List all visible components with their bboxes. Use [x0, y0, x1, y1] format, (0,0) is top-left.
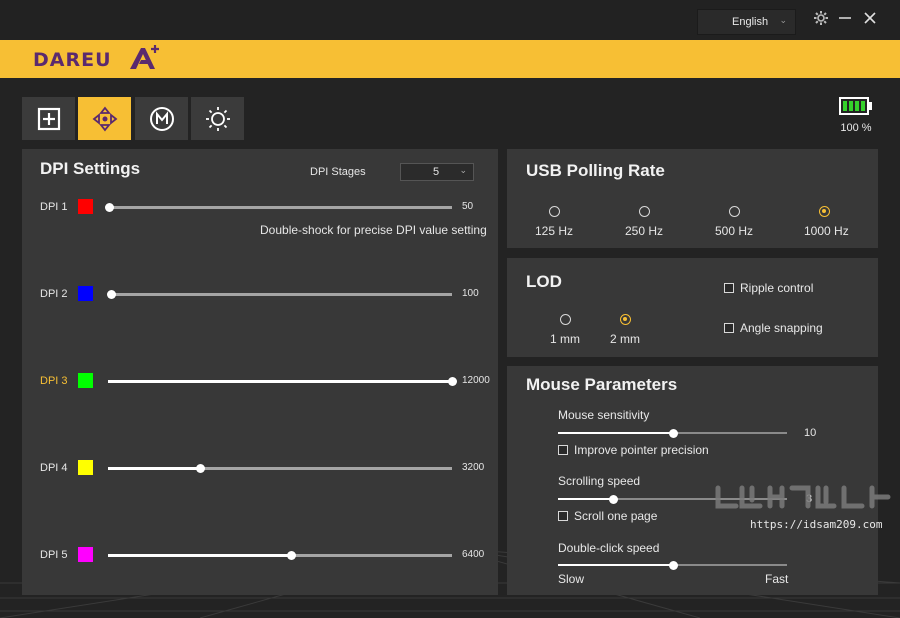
- brand-banner: DAREU: [0, 40, 900, 78]
- dpi-value: 3200: [462, 462, 485, 473]
- dpi-slider-handle[interactable]: [105, 203, 115, 212]
- dpi-value: 12000: [462, 375, 490, 386]
- scrolling-speed-handle[interactable]: [608, 495, 618, 504]
- angle-snapping-checkbox[interactable]: [724, 323, 734, 333]
- mouse-parameters-title: Mouse Parameters: [526, 375, 678, 394]
- usb-polling-option-label: 1000 Hz: [804, 224, 849, 238]
- minimize-button[interactable]: [834, 8, 856, 28]
- pointer-precision-label: Improve pointer precision: [574, 443, 709, 457]
- dpi-stage-label: DPI 4: [40, 462, 68, 474]
- dpi-hint: Double-shock for precise DPI value setti…: [260, 223, 487, 237]
- title-bar: English ⌄: [0, 0, 900, 40]
- ripple-control-checkbox[interactable]: [724, 283, 734, 293]
- dpi-settings-title: DPI Settings: [40, 159, 141, 178]
- usb-polling-option-label: 125 Hz: [534, 224, 574, 238]
- chevron-down-icon: ⌄: [459, 165, 467, 175]
- usb-polling-radio[interactable]: [639, 206, 650, 217]
- macro-m-icon: [149, 106, 174, 131]
- scrolling-speed-fill: [558, 498, 613, 500]
- dpi-slider[interactable]: [106, 290, 452, 299]
- dpi-slider[interactable]: [105, 203, 452, 212]
- angle-snapping-label: Angle snapping: [740, 321, 823, 335]
- sun-light-icon: [205, 106, 230, 131]
- brand-logo-mark: [130, 45, 159, 69]
- dpi-slider-handle[interactable]: [106, 290, 116, 299]
- usb-polling-radio[interactable]: [819, 206, 830, 217]
- usb-polling-radio[interactable]: [549, 206, 560, 217]
- scroll-one-page-checkbox[interactable]: [558, 511, 568, 521]
- mouse-sensitivity-fill: [558, 432, 673, 434]
- tab-light[interactable]: [191, 97, 244, 140]
- dpi-color-swatch[interactable]: [78, 199, 93, 214]
- watermark-logo: https://idsam209.com: [715, 485, 891, 531]
- battery-percent: 100 %: [840, 122, 872, 134]
- brand-logo: DAREU: [33, 49, 112, 71]
- dpi-stages-value: 5: [433, 166, 440, 178]
- tab-add[interactable]: [22, 97, 75, 140]
- move-arrows-icon: [92, 106, 117, 131]
- usb-polling-radio[interactable]: [729, 206, 740, 217]
- language-value: English: [732, 16, 769, 28]
- dpi-slider-handle[interactable]: [448, 377, 457, 386]
- dpi-stage-label: DPI 1: [40, 201, 68, 213]
- lod-panel: LOD 1 mm 2 mm Ripple control Angle snappi…: [507, 258, 878, 357]
- mouse-sensitivity-value: 10: [804, 427, 817, 439]
- watermark: https://idsam209.com: [712, 482, 897, 538]
- dpi-slider[interactable]: [108, 464, 452, 473]
- dpi-slider-handle[interactable]: [287, 551, 297, 560]
- lod-radio[interactable]: [620, 314, 631, 325]
- dpi-stages-label: DPI Stages: [310, 166, 366, 178]
- dpi-color-swatch[interactable]: [78, 460, 93, 475]
- dpi-stage-label: DPI 5: [40, 549, 68, 561]
- dpi-slider-handle[interactable]: [195, 464, 205, 473]
- double-click-speed-handle[interactable]: [668, 561, 678, 570]
- dpi-value: 50: [462, 201, 474, 212]
- dpi-color-swatch[interactable]: [78, 286, 93, 301]
- dpi-value: 6400: [462, 549, 485, 560]
- dpi-stage-label: DPI 3: [40, 375, 68, 387]
- dpi-stage-label: DPI 2: [40, 288, 68, 300]
- dpi-slider[interactable]: [108, 377, 457, 386]
- tab-macro[interactable]: [135, 97, 188, 140]
- dpi-slider[interactable]: [108, 551, 452, 560]
- battery-indicator: 100 %: [836, 97, 876, 134]
- double-click-speed-label: Double-click speed: [558, 541, 660, 555]
- tab-move[interactable]: [78, 97, 131, 140]
- dpi-slider-fill: [108, 554, 292, 557]
- mouse-sensitivity-label: Mouse sensitivity: [558, 408, 650, 422]
- dpi-slider-fill: [108, 380, 452, 383]
- lod-option-label: 1 mm: [550, 332, 580, 346]
- double-click-speed-fill: [558, 564, 673, 566]
- mouse-parameters-panel: Mouse Parameters Mouse sensitivity 10 Im…: [507, 366, 878, 595]
- language-select[interactable]: English ⌄: [697, 9, 796, 35]
- usb-polling-option-label: 250 Hz: [624, 224, 664, 238]
- dpi-color-swatch[interactable]: [78, 373, 93, 388]
- scrolling-speed-label: Scrolling speed: [558, 474, 641, 488]
- battery-icon: [839, 97, 872, 115]
- watermark-url: https://idsam209.com: [750, 518, 883, 531]
- usb-polling-option-label: 500 Hz: [714, 224, 754, 238]
- dpi-color-swatch[interactable]: [78, 547, 93, 562]
- dpi-value: 100: [462, 288, 479, 299]
- double-click-speed-slider[interactable]: [558, 561, 787, 570]
- fast-label: Fast: [765, 572, 789, 586]
- lod-option-label: 2 mm: [610, 332, 640, 346]
- dpi-slider-fill: [108, 467, 200, 470]
- usb-polling-panel: USB Polling Rate 125 Hz 250 Hz 500 Hz 1000 …: [507, 149, 878, 248]
- lod-title: LOD: [526, 272, 562, 291]
- chevron-down-icon: ⌄: [779, 15, 787, 25]
- dpi-stages-select[interactable]: 5 ⌄: [400, 163, 474, 181]
- slow-label: Slow: [558, 572, 585, 586]
- close-button[interactable]: [859, 8, 881, 28]
- dpi-settings-panel: DPI Settings DPI Stages 5 ⌄ Double-shock…: [22, 149, 498, 595]
- scroll-one-page-label: Scroll one page: [574, 509, 658, 523]
- pointer-precision-checkbox[interactable]: [558, 445, 568, 455]
- mouse-sensitivity-slider[interactable]: [558, 429, 787, 438]
- mouse-sensitivity-handle[interactable]: [668, 429, 678, 438]
- lod-radio[interactable]: [560, 314, 571, 325]
- plus-box-icon: [37, 107, 60, 130]
- settings-gear-icon[interactable]: [810, 8, 832, 28]
- usb-polling-title: USB Polling Rate: [526, 161, 665, 180]
- ripple-control-label: Ripple control: [740, 281, 814, 295]
